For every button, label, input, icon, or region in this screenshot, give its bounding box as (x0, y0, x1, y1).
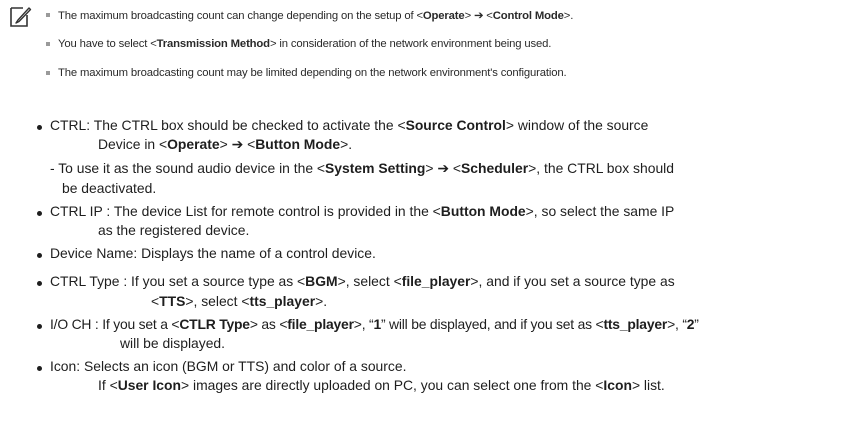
note-bold: Operate (422, 10, 465, 22)
item-text: - To use it as the sound audio device in… (50, 160, 326, 176)
list-item-ctrl-type: CTRL Type : If you set a source type as … (50, 273, 675, 289)
item-text: > as < (249, 316, 288, 332)
square-bullet-icon (46, 13, 50, 17)
item-bold: tts_player (603, 316, 668, 332)
item-text: >, select < (185, 293, 250, 309)
note-bold: Control Mode (492, 10, 564, 22)
item-text: ” (694, 316, 699, 332)
bullet-icon (37, 211, 42, 216)
note-pencil-icon (10, 7, 32, 27)
note-text: > in consideration of the network enviro… (269, 38, 552, 50)
list-item-icon: Icon: Selects an icon (BGM or TTS) and c… (50, 358, 407, 374)
item-bold: tts_player (249, 293, 316, 309)
note-item: You have to select <Transmission Method>… (46, 38, 552, 50)
list-item-ctrl: CTRL: The CTRL box should be checked to … (50, 117, 648, 133)
item-text: > window of the source (505, 117, 649, 133)
sub-item-ctrl-line2: be deactivated. (62, 180, 157, 196)
item-bold: Icon (603, 377, 632, 393)
item-text: CTRL: The CTRL box should be checked to … (50, 117, 406, 133)
item-text: Device in < (98, 136, 168, 152)
item-text: >, and if you set a source type as (470, 273, 675, 289)
item-bold: Button Mode (440, 203, 526, 219)
note-bold: Transmission Method (156, 38, 270, 50)
note-text: >. (563, 10, 574, 22)
note-item: The maximum broadcasting count can chang… (46, 9, 574, 22)
list-item-io-ch-line2: will be displayed. (120, 335, 226, 351)
note-text: You have to select < (58, 38, 157, 50)
note-text: The maximum broadcasting count can chang… (58, 10, 423, 22)
bullet-icon (37, 324, 42, 329)
item-text: >, the CTRL box should (528, 160, 674, 176)
item-bold: Operate (167, 136, 220, 152)
item-bold: Button Mode (255, 136, 341, 152)
item-text: If < (98, 377, 118, 393)
square-bullet-icon (46, 42, 50, 46)
item-bold: Source Control (405, 117, 506, 133)
bullet-icon (37, 125, 42, 130)
item-text: ” will be displayed, and if you set as < (380, 316, 604, 332)
item-bold: Scheduler (461, 160, 529, 176)
item-text: >, select < (337, 273, 402, 289)
item-text: >, so select the same IP (525, 203, 675, 219)
item-bold: BGM (305, 273, 338, 289)
list-item-ctrl-line2: Device in <Operate> ➔ <Button Mode>. (98, 136, 352, 153)
note-item: The maximum broadcasting count may be li… (46, 67, 567, 79)
item-text: > images are directly uploaded on PC, yo… (181, 377, 604, 393)
item-bold: TTS (159, 293, 186, 309)
item-text: >, “ (353, 316, 374, 332)
item-bold: System Setting (325, 160, 426, 176)
item-text: > list. (631, 377, 665, 393)
item-text: >, “ (667, 316, 687, 332)
bullet-icon (37, 366, 42, 371)
item-text: CTRL Type : If you set a source type as … (50, 273, 306, 289)
list-item-io-ch: I/O CH : If you set a <CTLR Type> as <fi… (50, 316, 699, 332)
list-item-device-name: Device Name: Displays the name of a cont… (50, 245, 376, 261)
sub-item-ctrl: - To use it as the sound audio device in… (50, 160, 674, 177)
item-bold: file_player (287, 316, 354, 332)
item-text: > ➔ < (219, 136, 256, 152)
bullet-icon (37, 253, 42, 258)
item-text: < (151, 293, 160, 309)
list-item-ctrl-type-line2: <TTS>, select <tts_player>. (151, 293, 327, 309)
list-item-ctrl-ip: CTRL IP : The device List for remote con… (50, 203, 674, 219)
square-bullet-icon (46, 71, 50, 75)
item-text: CTRL IP : The device List for remote con… (50, 203, 441, 219)
bullet-icon (37, 281, 42, 286)
note-text: > ➔ < (464, 10, 493, 22)
item-bold: CTLR Type (179, 316, 250, 332)
note-text: The maximum broadcasting count may be li… (58, 67, 567, 79)
item-text: >. (315, 293, 328, 309)
item-bold: User Icon (117, 377, 182, 393)
list-item-ctrl-ip-line2: as the registered device. (98, 222, 250, 238)
item-text: >. (340, 136, 353, 152)
item-text: > ➔ < (425, 160, 461, 176)
item-bold: file_player (401, 273, 471, 289)
list-item-icon-line2: If <User Icon> images are directly uploa… (98, 377, 665, 393)
item-bold: 1 (373, 316, 381, 332)
item-text: I/O CH : If you set a < (50, 316, 180, 332)
